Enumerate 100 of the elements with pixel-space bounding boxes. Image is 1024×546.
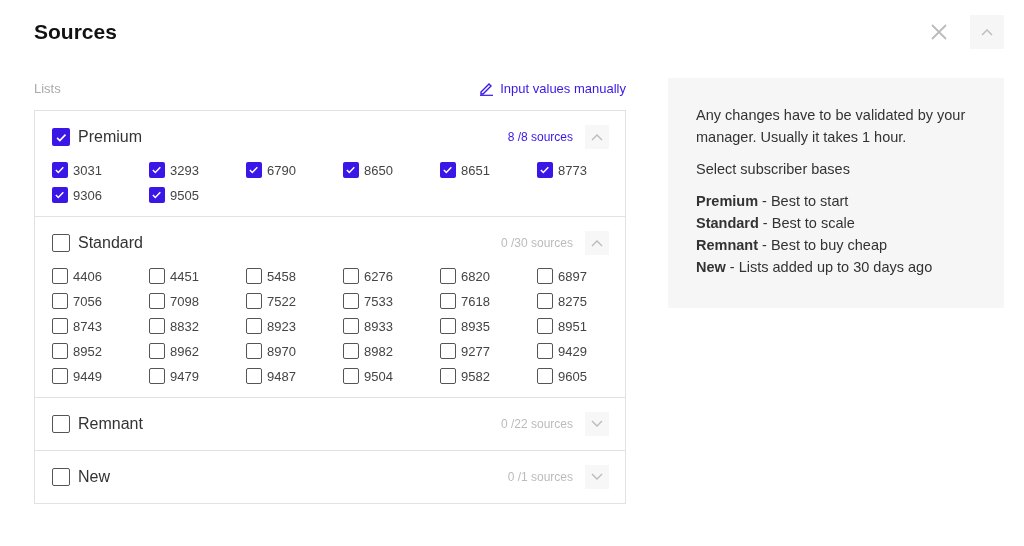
checkmark-icon [54,164,66,176]
group-name: Remnant [78,415,144,433]
checkbox[interactable] [440,268,456,284]
info-line: Standard - Best to scale [696,214,856,233]
checkbox[interactable] [52,293,68,309]
source-count: 0 /1 sources [507,470,573,484]
source-label: 8935 [461,318,490,334]
source-label: 9487 [267,368,296,384]
source-label: 8650 [364,162,393,178]
source-label: 6276 [364,268,393,284]
source-label: 9582 [461,368,490,384]
checkbox[interactable] [246,268,262,284]
info-line: Premium - Best to start [696,192,850,211]
checkmark-icon [54,189,66,201]
checkbox[interactable] [440,162,456,178]
source-label: 7618 [461,293,490,309]
source-label: 6897 [558,268,587,284]
source-label: 9504 [364,368,393,384]
checkbox[interactable] [343,368,359,384]
checkbox[interactable] [52,162,68,178]
checkbox[interactable] [343,162,359,178]
checkmark-icon [151,189,163,201]
checkbox[interactable] [52,368,68,384]
chevron-up-icon [591,239,603,247]
checkbox[interactable] [246,293,262,309]
source-label: 8952 [73,343,102,359]
source-label: 3031 [73,162,102,178]
chevron-up-icon [591,133,603,141]
source-label: 7533 [364,293,393,309]
source-label: 4451 [170,268,199,284]
checkbox[interactable] [537,162,553,178]
source-label: 9429 [558,343,587,359]
checkbox[interactable] [149,293,165,309]
checkbox[interactable] [537,368,553,384]
checkbox[interactable] [440,318,456,334]
chevron-down-icon [591,473,603,481]
checkbox[interactable] [440,343,456,359]
source-count: 0 /30 sources [500,236,573,250]
checkbox[interactable] [246,318,262,334]
source-label: 8773 [558,162,587,178]
checkbox[interactable] [52,415,70,433]
checkmark-icon [345,164,357,176]
checkbox[interactable] [52,468,70,486]
source-label: 8962 [170,343,199,359]
source-label: 8923 [267,318,296,334]
source-label: 8970 [267,343,296,359]
chevron-up-icon [981,28,993,36]
checkbox[interactable] [537,343,553,359]
group-name: Premium [78,128,143,146]
checkbox[interactable] [149,162,165,178]
checkbox[interactable] [440,368,456,384]
info-line: New - Lists added up to 30 days ago [696,258,934,277]
checkbox[interactable] [149,268,165,284]
source-label: 4406 [73,268,102,284]
checkmark-icon [248,164,260,176]
checkbox[interactable] [149,187,165,203]
checkbox[interactable] [343,318,359,334]
close-icon [931,24,947,40]
checkbox[interactable] [343,343,359,359]
checkbox[interactable] [52,187,68,203]
source-label: 9449 [73,368,102,384]
source-label: 8982 [364,343,393,359]
source-label: 8275 [558,293,587,309]
manual-input-link[interactable]: Input values manually [479,80,626,96]
info-heading: Select subscriber bases [696,160,851,179]
group-name: New [78,468,111,486]
checkbox[interactable] [343,268,359,284]
info-line: Remnant - Best to buy cheap [696,236,888,255]
source-label: 6790 [267,162,296,178]
source-label: 5458 [267,268,296,284]
checkbox[interactable] [246,343,262,359]
source-label: 7056 [73,293,102,309]
checkbox[interactable] [343,293,359,309]
checkbox[interactable] [246,368,262,384]
checkbox[interactable] [149,368,165,384]
source-label: 7522 [267,293,296,309]
checkbox[interactable] [52,128,70,146]
checkmark-icon [442,164,454,176]
checkbox[interactable] [440,293,456,309]
checkmark-icon [151,164,163,176]
source-label: 8651 [461,162,490,178]
section-label: Lists [34,80,61,96]
checkbox[interactable] [52,234,70,252]
dialog-title: Sources [34,20,117,44]
checkbox[interactable] [246,162,262,178]
source-label: 8933 [364,318,393,334]
checkbox[interactable] [537,318,553,334]
source-label: 9306 [73,187,102,203]
source-label: 6820 [461,268,490,284]
checkbox[interactable] [52,268,68,284]
checkbox[interactable] [537,268,553,284]
source-label: 9605 [558,368,587,384]
checkbox[interactable] [52,343,68,359]
source-label: 9479 [170,368,199,384]
chevron-down-icon [591,420,603,428]
checkbox[interactable] [149,343,165,359]
checkbox[interactable] [149,318,165,334]
checkbox[interactable] [52,318,68,334]
checkbox[interactable] [537,293,553,309]
group-name: Standard [78,234,144,252]
